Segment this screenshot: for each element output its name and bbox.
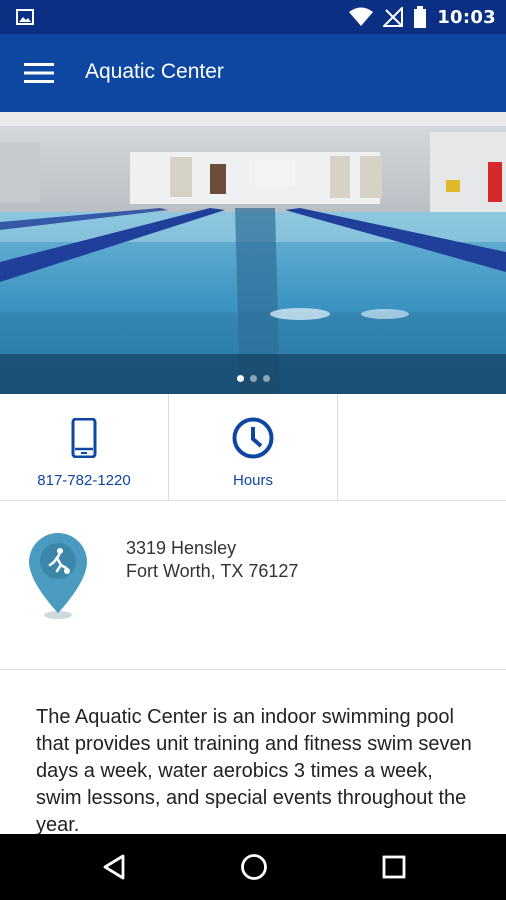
- recents-button[interactable]: [379, 852, 409, 882]
- address-line2: Fort Worth, TX 76127: [126, 561, 299, 581]
- location-pin-icon: [29, 533, 87, 619]
- clock-icon: [232, 417, 274, 459]
- carousel-indicators: [0, 375, 506, 382]
- hamburger-menu-icon: [24, 63, 54, 83]
- address-section[interactable]: 3319 Hensley Fort Worth, TX 76127: [0, 501, 506, 670]
- call-button[interactable]: 817-782-1220: [0, 394, 169, 500]
- back-button[interactable]: [99, 852, 129, 882]
- address-text: 3319 Hensley Fort Worth, TX 76127: [126, 537, 298, 583]
- hours-label: Hours: [232, 472, 273, 489]
- page-title: Aquatic Center: [85, 60, 224, 83]
- empty-action-cell: [338, 394, 506, 500]
- app-bar: Aquatic Center: [0, 34, 506, 112]
- status-icons: 10:03: [349, 5, 496, 29]
- battery-icon: [414, 6, 427, 28]
- carousel-dot[interactable]: [262, 375, 270, 382]
- navigation-bar: [0, 834, 506, 900]
- wifi-icon: [349, 7, 374, 26]
- carousel-dot[interactable]: [236, 375, 244, 382]
- no-signal-icon: [383, 7, 404, 27]
- phone-icon: [71, 418, 97, 458]
- status-time: 10:03: [437, 6, 496, 28]
- hero-carousel[interactable]: [0, 112, 506, 394]
- hours-button[interactable]: Hours: [169, 394, 338, 500]
- address-line1: 3319 Hensley: [126, 538, 237, 558]
- home-button[interactable]: [239, 852, 269, 882]
- image-notification-icon: [16, 9, 34, 25]
- menu-button[interactable]: [16, 56, 62, 90]
- back-icon: [103, 854, 125, 880]
- action-row: 817-782-1220 Hours: [0, 394, 506, 501]
- phone-label: 817-782-1220: [37, 472, 131, 489]
- pool-photo: [0, 112, 506, 394]
- status-bar: 10:03: [0, 0, 506, 34]
- recents-icon: [382, 855, 406, 879]
- carousel-dot[interactable]: [249, 375, 257, 382]
- description-text: The Aquatic Center is an indoor swimming…: [36, 706, 472, 836]
- home-icon: [241, 854, 267, 880]
